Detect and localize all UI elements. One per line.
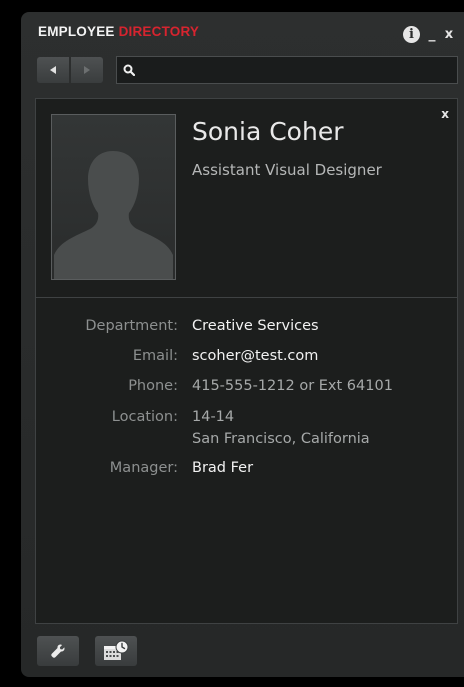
email-label: Email: bbox=[132, 348, 178, 364]
app-window: EMPLOYEE DIRECTORY i _ x x Sonia Coher A… bbox=[21, 12, 464, 677]
app-title-employee: EMPLOYEE bbox=[38, 24, 115, 39]
search-box bbox=[116, 56, 458, 84]
calendar-button[interactable] bbox=[95, 636, 137, 666]
email-link[interactable]: scoher@test.com bbox=[192, 345, 318, 367]
manager-link[interactable]: Brad Fer bbox=[192, 457, 253, 479]
location-room: 14-14 bbox=[192, 409, 235, 425]
minimize-button[interactable]: _ bbox=[427, 26, 437, 42]
calendar-clock-icon bbox=[104, 640, 129, 660]
profile-card: x Sonia Coher Assistant Visual Designer … bbox=[35, 98, 458, 624]
divider bbox=[36, 297, 457, 298]
employee-title: Assistant Visual Designer bbox=[192, 161, 382, 179]
triangle-left-icon bbox=[50, 66, 56, 74]
person-silhouette-icon bbox=[52, 115, 175, 279]
forward-button[interactable] bbox=[71, 57, 103, 83]
location-city: San Francisco, California bbox=[192, 431, 370, 447]
search-icon bbox=[123, 63, 137, 77]
employee-name: Sonia Coher bbox=[192, 117, 344, 146]
settings-button[interactable] bbox=[37, 636, 79, 666]
phone-label: Phone: bbox=[128, 378, 178, 394]
profile-photo bbox=[51, 114, 176, 280]
back-button[interactable] bbox=[37, 57, 69, 83]
search-input[interactable] bbox=[137, 58, 457, 82]
window-controls: i _ x bbox=[403, 24, 454, 44]
wrench-icon bbox=[51, 644, 65, 658]
history-nav bbox=[37, 57, 103, 83]
app-title: EMPLOYEE DIRECTORY bbox=[38, 24, 199, 44]
department-label: Department: bbox=[85, 318, 178, 334]
app-title-directory: DIRECTORY bbox=[118, 24, 200, 39]
phone-value: 415-555-1212 or Ext 64101 bbox=[192, 378, 393, 394]
manager-label: Manager: bbox=[109, 460, 178, 476]
close-window-button[interactable]: x bbox=[444, 27, 454, 42]
triangle-right-icon bbox=[84, 66, 90, 74]
department-value: Creative Services bbox=[192, 318, 319, 334]
location-label: Location: bbox=[111, 409, 178, 425]
close-card-button[interactable]: x bbox=[441, 107, 449, 121]
info-icon[interactable]: i bbox=[403, 25, 420, 43]
